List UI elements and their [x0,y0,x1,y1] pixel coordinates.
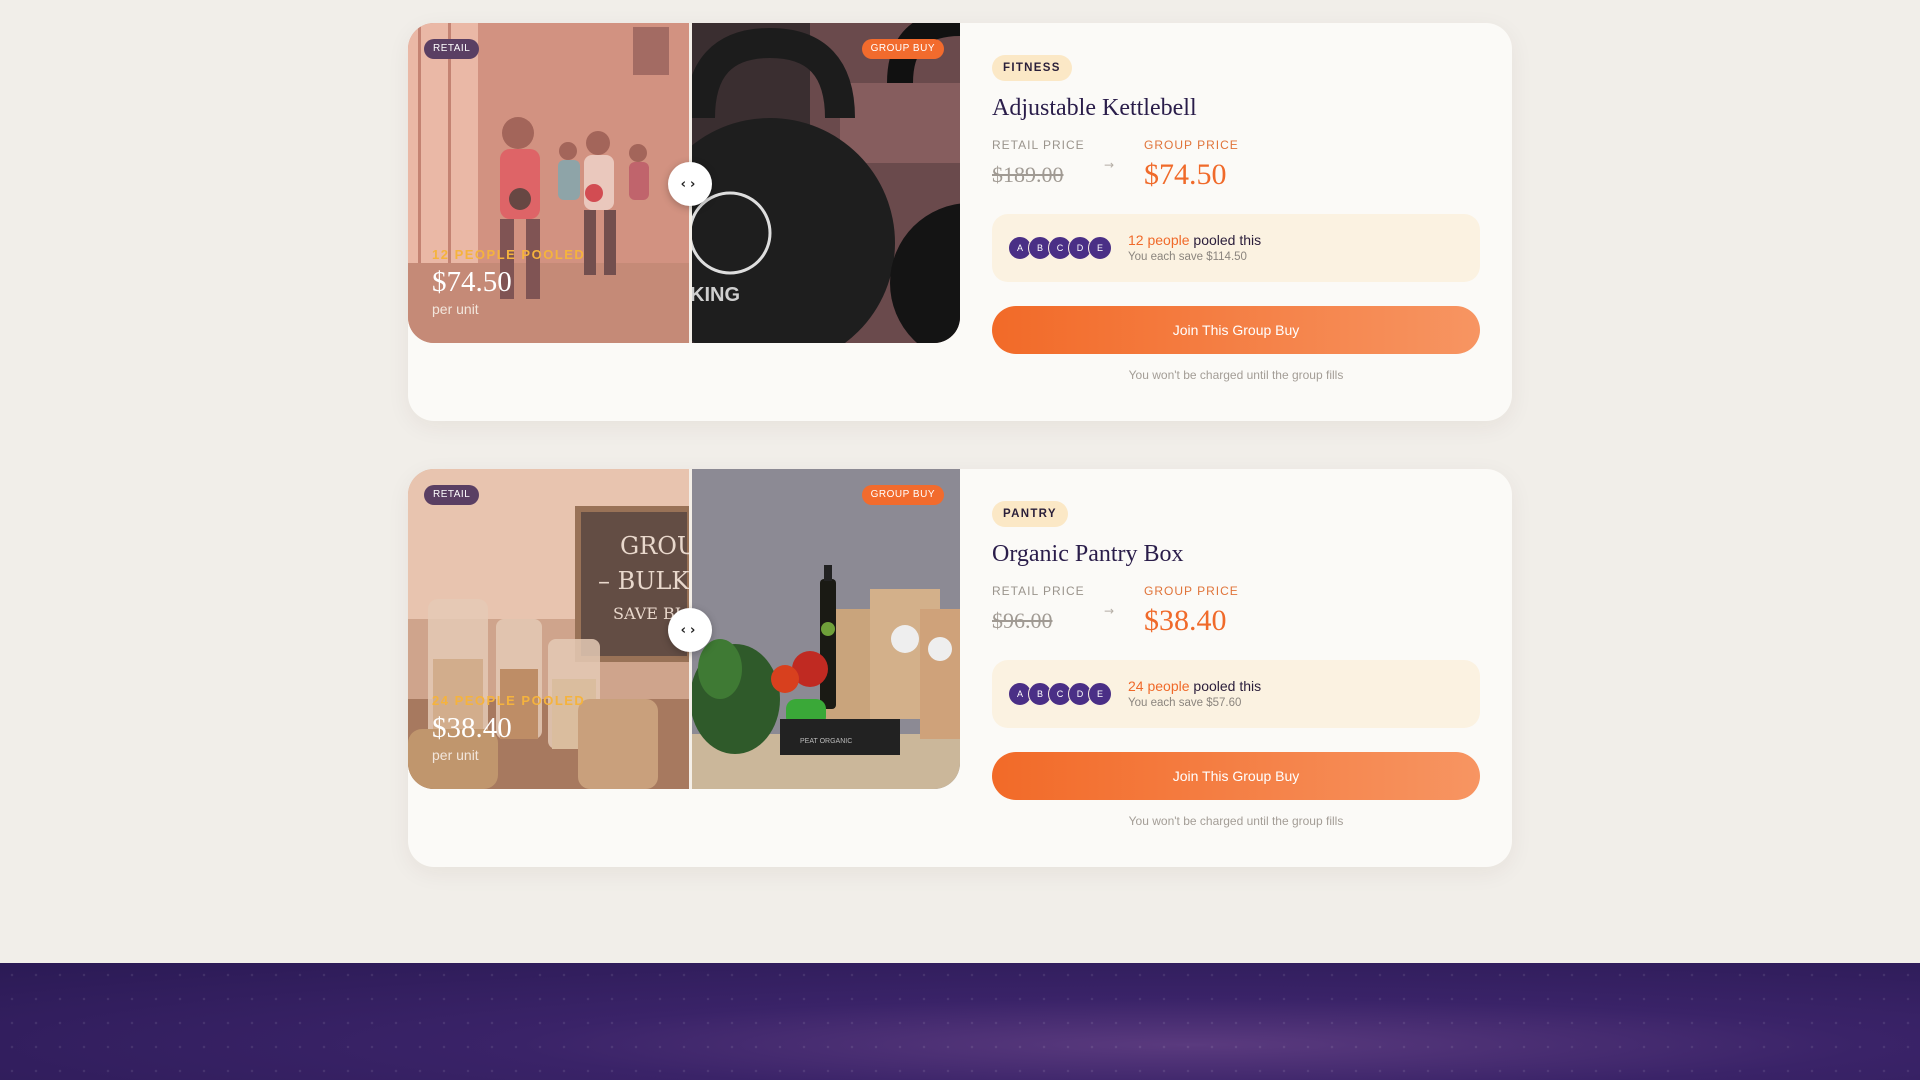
pool-text: 24 people pooled this You each save $57.… [1128,678,1261,709]
price-comparison: RETAIL PRICE $189.00 → GROUP PRICE $74.5… [992,138,1480,196]
savings-text: You each save $57.60 [1128,697,1242,709]
product-title: Organic Pantry Box [992,541,1184,567]
retail-price-block: RETAIL PRICE $189.00 [992,138,1085,188]
retail-tag: RETAIL [424,485,480,505]
chevron-left-right-icon[interactable]: ‹› [668,608,712,652]
group-image: KING [645,23,960,343]
overlay-price: $74.50 [432,266,512,298]
charge-note: You won't be charged until the group fil… [1128,814,1344,828]
pool-count: 12 people [1128,232,1190,248]
organic-groceries-photo: PEAT ORGANIC [690,469,960,789]
group-price-label: GROUP PRICE [1144,138,1239,152]
pool-suffix: pooled this [1193,678,1262,694]
product-info: FITNESS Adjustable Kettlebell RETAIL PRI… [992,55,1480,382]
overlay-unit: per unit [432,301,479,317]
retail-price: $189.00 [992,162,1064,187]
overlay-price: $38.40 [432,712,512,744]
pool-count-line: 24 people pooled this [1128,678,1261,694]
join-group-buy-button[interactable]: Join This Group Buy [992,306,1480,354]
price-comparison: RETAIL PRICE $96.00 → GROUP PRICE $38.40 [992,584,1480,642]
retail-price-label: RETAIL PRICE [992,584,1085,598]
savings-text: You each save $114.50 [1128,251,1247,263]
pool-summary: A B C D E 24 people pooled this You each… [992,660,1480,728]
pool-summary: A B C D E 12 people pooled this You each… [992,214,1480,282]
arrow-right-icon: → [1104,604,1115,618]
retail-price-label: RETAIL PRICE [992,138,1085,152]
product-card: GROUP – BULK SAVE BI [408,469,1512,867]
product-info: PANTRY Organic Pantry Box RETAIL PRICE $… [992,501,1480,828]
svg-text:PEAT ORGANIC: PEAT ORGANIC [800,738,852,745]
image-overlay: 12 PEOPLE POOLED $74.50 per unit [432,247,585,317]
pool-count: 24 people [1128,678,1190,694]
compare-slider[interactable]: GROUP – BULK SAVE BI [408,469,960,789]
group-price: $74.50 [1144,158,1227,191]
join-group-buy-button[interactable]: Join This Group Buy [992,752,1480,800]
group-buy-tag: GROUP BUY [861,39,944,59]
arrow-right-icon: → [1104,158,1115,172]
image-overlay: 24 PEOPLE POOLED $38.40 per unit [432,693,585,763]
pool-suffix: pooled this [1193,232,1262,248]
charge-note: You won't be charged until the group fil… [1128,368,1344,382]
product-title: Adjustable Kettlebell [992,95,1197,121]
chevron-left-right-icon[interactable]: ‹› [668,162,712,206]
pool-text: 12 people pooled this You each save $114… [1128,232,1261,263]
overlay-pooled: 24 PEOPLE POOLED [432,693,586,708]
group-image: PEAT ORGANIC [690,469,960,789]
footer-band [0,963,1920,1080]
retail-price-block: RETAIL PRICE $96.00 [992,584,1085,634]
group-price-label: GROUP PRICE [1144,584,1239,598]
group-price-block: GROUP PRICE $38.40 [1144,584,1239,638]
kettlebell-closeup-photo: KING [645,23,960,343]
retail-tag: RETAIL [424,39,480,59]
category-badge: PANTRY [992,501,1068,527]
avatar: E [1088,236,1112,260]
overlay-pooled: 12 PEOPLE POOLED [432,247,586,262]
retail-price: $96.00 [992,608,1053,633]
compare-slider[interactable]: KING RETAIL GROUP BUY 12 PEOPLE POOLED $… [408,23,960,343]
pool-count-line: 12 people pooled this [1128,232,1261,248]
overlay-unit: per unit [432,747,479,763]
group-buy-tag: GROUP BUY [861,485,944,505]
avatar: E [1088,682,1112,706]
group-price-block: GROUP PRICE $74.50 [1144,138,1239,192]
svg-text:KING: KING [690,284,740,306]
category-badge: FITNESS [992,55,1072,81]
group-price: $38.40 [1144,604,1227,637]
product-card: KING RETAIL GROUP BUY 12 PEOPLE POOLED $… [408,23,1512,421]
